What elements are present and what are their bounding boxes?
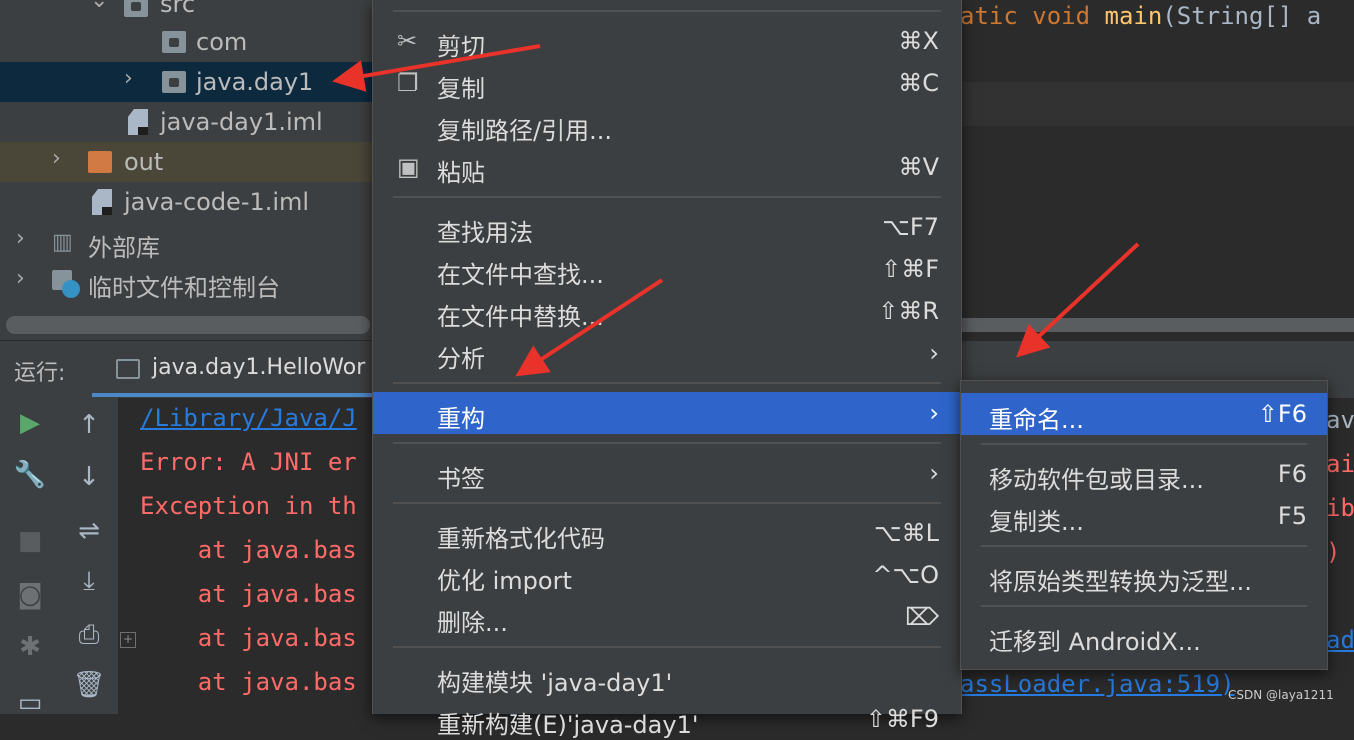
annotation-arrow-rename xyxy=(1016,242,1140,358)
annotation-arrows xyxy=(332,44,1140,377)
annotation-arrow-refactor xyxy=(515,278,664,377)
annotation-arrow-tree xyxy=(332,44,541,92)
watermark-text: CSDN @laya1211 xyxy=(1228,688,1334,702)
